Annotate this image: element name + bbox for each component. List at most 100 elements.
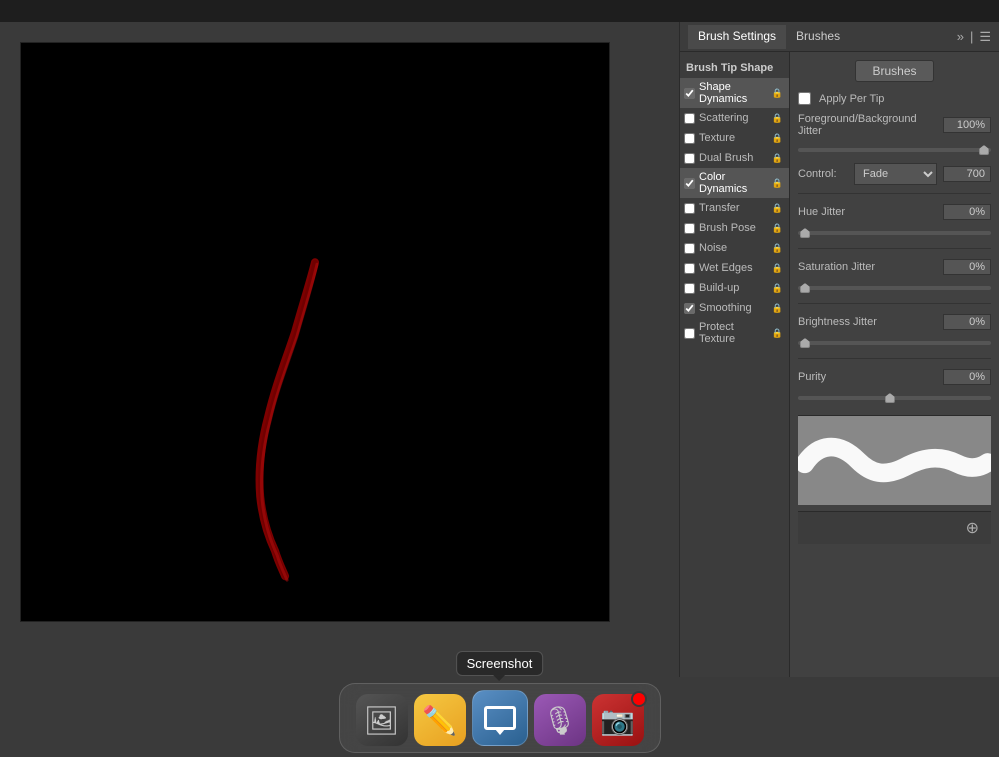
hue-jitter-slider[interactable]: [798, 228, 991, 238]
hue-jitter-label: Hue Jitter: [798, 206, 943, 218]
hue-jitter-track: [798, 231, 991, 235]
checkbox-scattering[interactable]: [684, 113, 695, 124]
divider-2: [798, 248, 991, 249]
saturation-jitter-slider[interactable]: [798, 283, 991, 293]
fg-bg-slider-track: [798, 148, 991, 152]
brush-preview: [798, 415, 991, 505]
sidebar-item-smoothing[interactable]: Smoothing 🔒: [680, 298, 789, 318]
checkbox-smoothing[interactable]: [684, 303, 695, 314]
purity-slider[interactable]: [798, 393, 991, 403]
drawing-canvas[interactable]: [20, 42, 610, 622]
brightness-jitter-value[interactable]: [943, 314, 991, 330]
sidebar-item-shape-dynamics[interactable]: Shape Dynamics 🔒: [680, 78, 789, 108]
checkbox-color-dynamics[interactable]: [684, 178, 695, 189]
divider-1: [798, 193, 991, 194]
panel-tab-icons: » | ☰: [957, 29, 991, 45]
brush-list-sidebar: Brush Tip Shape Shape Dynamics 🔒 Scatter…: [680, 52, 790, 677]
brush-preview-svg: [798, 416, 991, 505]
brightness-jitter-row: Brightness Jitter: [798, 314, 991, 330]
sidebar-item-noise[interactable]: Noise 🔒: [680, 238, 789, 258]
hue-jitter-thumb[interactable]: [800, 228, 810, 238]
purity-value[interactable]: [943, 369, 991, 385]
brightness-jitter-thumb[interactable]: [800, 338, 810, 348]
checkbox-transfer[interactable]: [684, 203, 695, 214]
lock-icon-brush-pose: 🔒: [772, 223, 783, 234]
dock-item-1[interactable]: 🖼: [356, 694, 408, 746]
divider-3: [798, 303, 991, 304]
fg-bg-jitter-value[interactable]: [943, 117, 991, 133]
tab-brushes[interactable]: Brushes: [786, 25, 850, 49]
saturation-jitter-thumb[interactable]: [800, 283, 810, 293]
purity-label: Purity: [798, 371, 943, 383]
canvas-area: [0, 22, 679, 677]
sidebar-item-buildup[interactable]: Build-up 🔒: [680, 278, 789, 298]
control-select[interactable]: Fade: [854, 163, 937, 185]
dock-icon-yellow: ✏️: [414, 694, 466, 746]
tab-brush-settings[interactable]: Brush Settings: [688, 25, 786, 49]
sidebar-item-brush-tip-shape[interactable]: Brush Tip Shape: [680, 58, 789, 78]
saturation-jitter-track: [798, 286, 991, 290]
brushes-button[interactable]: Brushes: [855, 60, 933, 82]
fg-bg-slider[interactable]: [798, 145, 991, 155]
dock-item-yellow[interactable]: ✏️: [414, 694, 466, 746]
checkbox-buildup[interactable]: [684, 283, 695, 294]
sidebar-item-scattering[interactable]: Scattering 🔒: [680, 108, 789, 128]
dock-item-purple[interactable]: 🎙: [534, 694, 586, 746]
brightness-jitter-slider[interactable]: [798, 338, 991, 348]
checkbox-protect-texture[interactable]: [684, 328, 695, 339]
lock-icon-smoothing: 🔒: [772, 303, 783, 314]
panel-footer: ⊕: [798, 511, 991, 544]
control-row: Control: Fade: [798, 163, 991, 185]
dock-item-screenshot[interactable]: Screenshot: [472, 690, 528, 746]
saturation-jitter-value[interactable]: [943, 259, 991, 275]
dock-icon-1: 🖼: [356, 694, 408, 746]
main-area: Brush Settings Brushes » | ☰ Brush Tip S…: [0, 22, 999, 677]
brush-content: Brushes Apply Per Tip Foreground/Backgro…: [790, 52, 999, 677]
checkbox-apply-per-tip[interactable]: [798, 92, 811, 105]
control-value-input[interactable]: [943, 166, 991, 182]
apply-per-tip-label[interactable]: Apply Per Tip: [798, 92, 884, 105]
dock-icon-screenshot: [472, 690, 528, 746]
fg-bg-jitter-label: Foreground/Background Jitter: [798, 113, 943, 137]
fg-bg-jitter-row: Foreground/Background Jitter: [798, 113, 991, 137]
sidebar-item-transfer[interactable]: Transfer 🔒: [680, 198, 789, 218]
dock-badge-red: [631, 691, 647, 707]
brightness-jitter-track: [798, 341, 991, 345]
lock-icon-dual-brush: 🔒: [772, 153, 783, 164]
panel-body: Brush Tip Shape Shape Dynamics 🔒 Scatter…: [680, 52, 999, 677]
purity-thumb[interactable]: [885, 393, 895, 403]
checkbox-wet-edges[interactable]: [684, 263, 695, 274]
sidebar-item-brush-pose[interactable]: Brush Pose 🔒: [680, 218, 789, 238]
sidebar-item-dual-brush[interactable]: Dual Brush 🔒: [680, 148, 789, 168]
checkbox-texture[interactable]: [684, 133, 695, 144]
brushes-button-container: Brushes: [798, 60, 991, 82]
screenshot-frame-icon: [484, 706, 516, 730]
hue-jitter-value[interactable]: [943, 204, 991, 220]
lock-icon-shape-dynamics: 🔒: [772, 88, 783, 99]
panel-tabs: Brush Settings Brushes » | ☰: [680, 22, 999, 52]
add-preview-button[interactable]: ⊕: [962, 516, 983, 540]
panel-menu-icon[interactable]: ☰: [979, 29, 991, 45]
purity-row: Purity: [798, 369, 991, 385]
control-label: Control:: [798, 168, 848, 180]
sidebar-item-protect-texture[interactable]: Protect Texture 🔒: [680, 318, 789, 348]
lock-icon-scattering: 🔒: [772, 113, 783, 124]
lock-icon-color-dynamics: 🔒: [772, 178, 783, 189]
fg-bg-slider-thumb[interactable]: [979, 145, 989, 155]
dock-item-red[interactable]: 📷: [592, 694, 644, 746]
checkbox-brush-pose[interactable]: [684, 223, 695, 234]
checkbox-shape-dynamics[interactable]: [684, 88, 695, 99]
lock-icon-protect-texture: 🔒: [772, 328, 783, 339]
expand-icon[interactable]: »: [957, 29, 964, 45]
brush-settings-panel: Brush Settings Brushes » | ☰ Brush Tip S…: [679, 22, 999, 677]
lock-icon-transfer: 🔒: [772, 203, 783, 214]
lock-icon-noise: 🔒: [772, 243, 783, 254]
checkbox-dual-brush[interactable]: [684, 153, 695, 164]
checkbox-noise[interactable]: [684, 243, 695, 254]
sidebar-item-texture[interactable]: Texture 🔒: [680, 128, 789, 148]
saturation-jitter-label: Saturation Jitter: [798, 261, 943, 273]
apply-per-tip-row: Apply Per Tip: [798, 92, 991, 105]
sidebar-item-wet-edges[interactable]: Wet Edges 🔒: [680, 258, 789, 278]
sidebar-item-color-dynamics[interactable]: Color Dynamics 🔒: [680, 168, 789, 198]
lock-icon-buildup: 🔒: [772, 283, 783, 294]
